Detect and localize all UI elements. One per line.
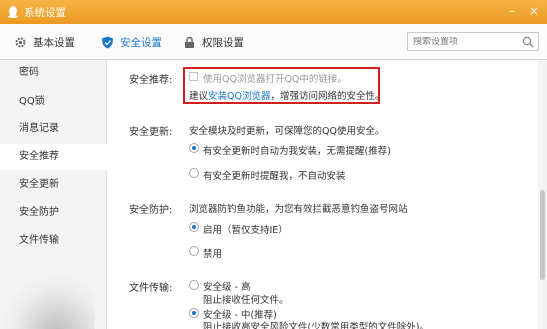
lock-icon xyxy=(185,36,194,48)
close-button[interactable]: × xyxy=(529,4,539,18)
transfer-high-label: 安全级 - 高 xyxy=(203,282,251,293)
update-description: 安全模块及时更新，可保障您的QQ使用安全。 xyxy=(189,126,385,137)
tab-label: 安全设置 xyxy=(120,37,162,49)
search-box xyxy=(407,32,539,51)
transfer-high-radio[interactable] xyxy=(189,280,199,290)
qq-browser-checkbox-label: 使用QQ浏览器打开QQ中的链接。 xyxy=(203,74,347,85)
section-label-protection: 安全防护: xyxy=(129,205,173,216)
tab-basic-settings[interactable]: 基本设置 xyxy=(14,35,75,50)
transfer-medium-radio[interactable] xyxy=(189,308,199,318)
install-qq-browser-link[interactable]: 安装QQ浏览器 xyxy=(208,91,270,102)
shield-icon xyxy=(102,36,113,49)
tab-bar: 基本设置 安全设置 权限设置 xyxy=(0,24,547,60)
update-auto-install-radio[interactable] xyxy=(189,143,199,153)
protection-enable-radio[interactable] xyxy=(189,222,199,232)
protection-description: 浏览器防钓鱼功能，为您有效拦截恶意钓鱼盗号网站 xyxy=(189,204,408,215)
watermark-decoration xyxy=(0,275,95,329)
sidebar-item-security-recommend[interactable]: 安全推荐 xyxy=(0,144,107,170)
transfer-high-description: 阻止接收任何文件。 xyxy=(203,295,289,306)
section-label-update: 安全更新: xyxy=(129,127,173,138)
protection-enable-label: 启用（暂仅支持IE） xyxy=(203,225,288,236)
vertical-scrollbar[interactable] xyxy=(538,60,547,329)
section-label-transfer: 文件传输: xyxy=(129,283,173,294)
tab-label: 权限设置 xyxy=(202,37,244,49)
protection-disable-label: 禁用 xyxy=(203,249,223,260)
sidebar-item-password[interactable]: 密码 xyxy=(0,60,107,86)
recommend-note-prefix: 建议 xyxy=(189,91,209,102)
sidebar-item-message-history[interactable]: 消息记录 xyxy=(0,116,107,142)
title-bar: 系统设置 – × xyxy=(0,0,547,24)
sidebar-item-qq-lock[interactable]: QQ锁 xyxy=(0,89,107,115)
scrollbar-thumb[interactable] xyxy=(540,190,545,280)
window-title: 系统设置 xyxy=(24,6,66,19)
sidebar-item-security-protection[interactable]: 安全防护 xyxy=(0,200,107,226)
search-input[interactable] xyxy=(408,36,518,47)
update-notify-only-label: 有安全更新时提醒我，不自动安装 xyxy=(203,171,346,182)
search-icon[interactable] xyxy=(522,36,534,48)
qq-logo-icon xyxy=(8,6,18,18)
recommend-note: 建议安装QQ浏览器，增强访问网络的安全性。 xyxy=(189,88,385,102)
gear-icon xyxy=(15,37,26,48)
transfer-medium-description: 阻止接收高安全风险文件(少数常用类型的文件除外)。 xyxy=(203,322,429,329)
tab-security-settings[interactable]: 安全设置 xyxy=(101,35,162,50)
update-notify-only-radio[interactable] xyxy=(189,168,199,178)
minimize-button[interactable]: – xyxy=(509,4,515,18)
sidebar-item-file-transfer[interactable]: 文件传输 xyxy=(0,228,107,254)
qq-browser-checkbox[interactable] xyxy=(189,72,198,81)
section-label-recommend: 安全推荐: xyxy=(129,75,173,86)
sidebar-item-security-update[interactable]: 安全更新 xyxy=(0,172,107,198)
recommend-note-suffix: ，增强访问网络的安全性。 xyxy=(270,91,385,102)
protection-disable-radio[interactable] xyxy=(189,246,199,256)
tab-permission-settings[interactable]: 权限设置 xyxy=(183,35,244,50)
tab-label: 基本设置 xyxy=(33,37,75,49)
update-auto-install-label: 有安全更新时自动为我安装，无需提醒(推荐) xyxy=(203,146,391,157)
